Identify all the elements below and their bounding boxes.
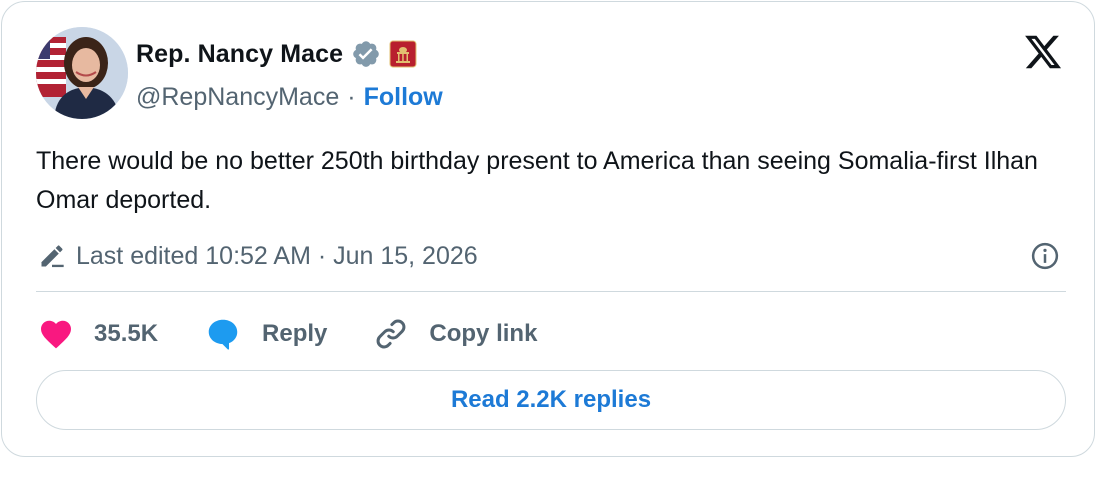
reply-button[interactable]: Reply [204,315,327,353]
separator-dot: · [347,82,356,111]
edit-pencil-icon [41,245,64,268]
edited-meta[interactable]: Last edited 10:52 AM · Jun 15, 2026 [38,238,478,274]
reply-label: Reply [262,320,328,347]
action-bar: 35.5K Reply Copy link [38,312,583,356]
tweet-card: Rep. Nancy Mace @RepNancyMace · Follow T… [1,1,1095,457]
like-count: 35.5K [94,320,159,347]
congress-affiliation-icon[interactable] [389,40,417,68]
x-logo-icon[interactable] [1022,32,1064,72]
avatar-photo [36,27,128,119]
author-handle-row: @RepNancyMace · Follow [136,80,443,114]
avatar[interactable] [36,27,128,119]
copy-link-label: Copy link [429,320,538,347]
divider [36,291,1066,292]
edited-timestamp: Last edited 10:52 AM · Jun 15, 2026 [76,241,478,270]
tweet-text: There would be no better 250th birthday … [36,147,1038,214]
reply-bubble-icon [208,319,238,350]
heart-icon [41,320,71,349]
verified-badge-icon[interactable] [351,39,381,69]
info-icon[interactable] [1030,241,1060,271]
link-icon [377,319,406,349]
author-handle[interactable]: @RepNancyMace [136,83,339,112]
author-display-name[interactable]: Rep. Nancy Mace [136,40,343,69]
follow-button[interactable]: Follow [364,83,443,112]
like-button[interactable]: 35.5K [38,316,158,352]
author-name-row: Rep. Nancy Mace [136,36,417,72]
read-replies-button[interactable]: Read 2.2K replies [36,370,1066,430]
copy-link-button[interactable]: Copy link [373,316,537,352]
